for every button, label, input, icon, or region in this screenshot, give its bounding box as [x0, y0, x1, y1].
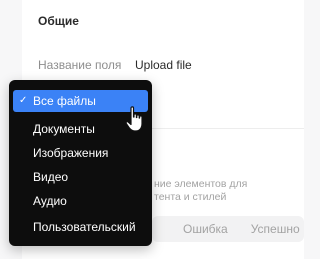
status-option-error[interactable]: Ошибка: [183, 222, 228, 236]
description-line: ние элементов для: [154, 178, 248, 190]
description-line: тента и стилей: [154, 191, 227, 203]
dropdown-item-label: Видео: [33, 170, 69, 184]
dropdown-item-audio[interactable]: Аудио: [13, 190, 148, 212]
dropdown-item-label: Изображения: [33, 146, 109, 160]
dropdown-item-images[interactable]: Изображения: [13, 142, 148, 164]
dropdown-item-label: Пользовательский: [33, 220, 136, 234]
hand-pointer-icon: [125, 106, 143, 132]
field-name-value[interactable]: Upload file: [135, 58, 192, 72]
dropdown-item-label: Аудио: [33, 194, 67, 208]
check-icon: ✓: [19, 95, 28, 106]
dropdown-item-custom[interactable]: Пользовательский: [13, 216, 148, 238]
section-title: Общие: [38, 14, 79, 28]
description-text: ние элементов для тента и стилей: [154, 178, 304, 204]
dropdown-item-label: Все файлы: [33, 94, 96, 108]
status-segmented-control: Ошибка Успешно: [152, 216, 304, 242]
status-option-success[interactable]: Успешно: [251, 222, 300, 236]
field-name-label: Название поля: [38, 58, 122, 72]
dropdown-item-label: Документы: [33, 122, 95, 136]
dropdown-item-video[interactable]: Видео: [13, 166, 148, 188]
